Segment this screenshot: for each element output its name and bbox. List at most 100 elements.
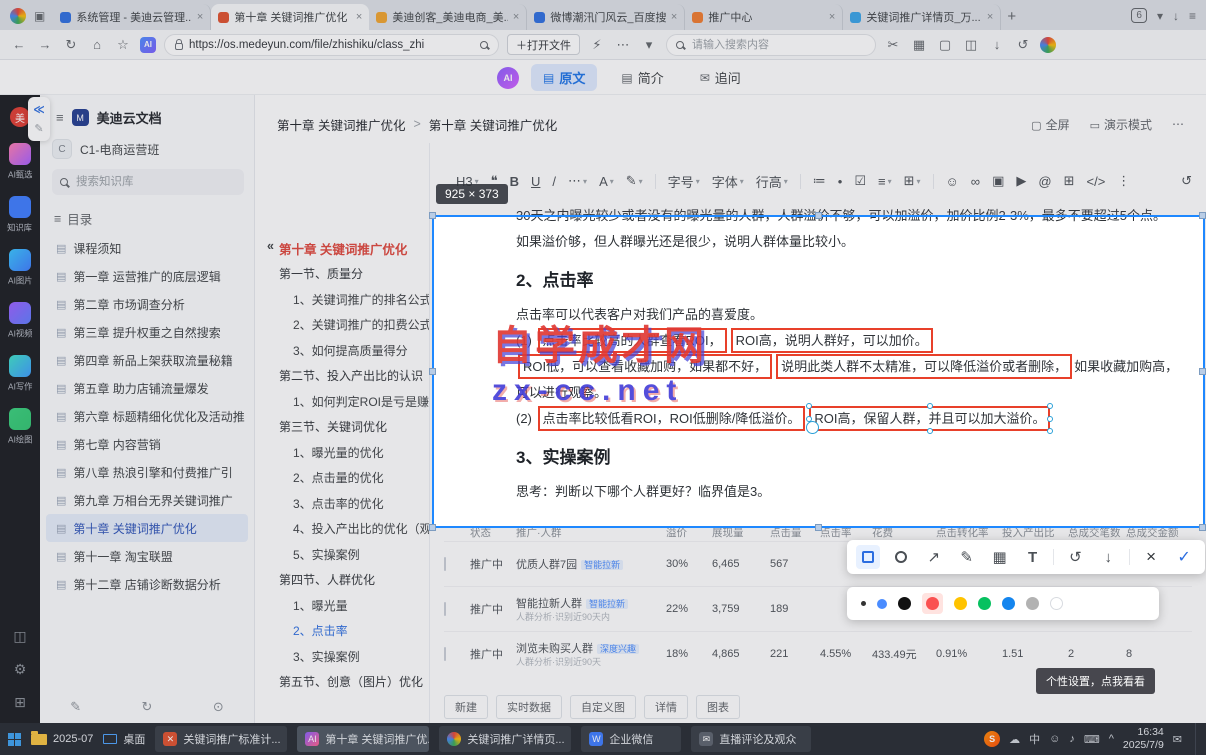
strike-button[interactable]: / bbox=[552, 174, 556, 189]
download-manager-icon[interactable]: ↓ bbox=[988, 37, 1006, 52]
toc-item[interactable]: 1、曝光量 bbox=[267, 594, 429, 620]
course-selector[interactable]: C C1-电商运营班 bbox=[52, 139, 244, 159]
arrow-tool[interactable]: ↗ bbox=[922, 545, 946, 569]
stroke-size-small[interactable] bbox=[861, 601, 866, 606]
color-swatch[interactable] bbox=[978, 597, 991, 610]
tab-original-text[interactable]: ▤ 原文 bbox=[531, 64, 598, 91]
rail-item-ai-select[interactable]: AI甄选 bbox=[7, 143, 34, 181]
forward-icon[interactable]: → bbox=[36, 37, 54, 52]
more-tools-button[interactable]: ⋮ bbox=[1117, 173, 1130, 189]
color-swatch-red[interactable] bbox=[926, 597, 939, 610]
browser-tab[interactable]: 系统管理 - 美迪云管理... × bbox=[53, 4, 212, 30]
underline-button[interactable]: U bbox=[531, 174, 540, 189]
ellipse-tool[interactable] bbox=[889, 545, 913, 569]
toc-item[interactable]: 2、关键词推广的扣费公式 bbox=[267, 313, 429, 339]
stroke-size-large-selected[interactable] bbox=[877, 598, 887, 609]
toc-item[interactable]: 3、实操案例 bbox=[267, 645, 429, 671]
sogou-input-icon[interactable]: S bbox=[984, 731, 1001, 747]
selection-handle[interactable] bbox=[815, 524, 822, 531]
toc-item[interactable]: 5、实操案例 bbox=[267, 543, 429, 569]
color-swatch[interactable] bbox=[898, 597, 911, 610]
browser-tab[interactable]: 微博潮汛门风云_百度搜索 × bbox=[527, 4, 686, 30]
tab-close-icon[interactable]: × bbox=[829, 11, 835, 23]
indent-button[interactable]: ⊞ ▾ bbox=[904, 173, 921, 189]
nav-search-box[interactable] bbox=[666, 33, 876, 56]
selection-handle[interactable] bbox=[429, 212, 436, 219]
show-desktop-edge[interactable] bbox=[1195, 723, 1198, 755]
more-actions-icon[interactable]: ⋯ bbox=[1172, 117, 1184, 131]
mention-button[interactable]: @ bbox=[1038, 174, 1051, 189]
details-button[interactable]: 详情 bbox=[644, 695, 688, 719]
image-button[interactable]: ▣ bbox=[992, 173, 1004, 189]
scissors-icon[interactable]: ✂ bbox=[884, 37, 902, 53]
clock[interactable]: 16:34 2025/7/9 bbox=[1123, 726, 1164, 752]
rail-item-ai-writing[interactable]: AI写作 bbox=[7, 355, 34, 393]
sidebar-item-selected[interactable]: ▤ 第十章 关键词推广优化 bbox=[46, 514, 248, 542]
tab-close-icon[interactable]: × bbox=[987, 11, 993, 23]
browser-tab[interactable]: 关键词推广详情页_万... × bbox=[843, 4, 1002, 30]
toc-item[interactable]: 1、曝光量的优化 bbox=[267, 441, 429, 467]
row-checkbox[interactable] bbox=[444, 557, 446, 571]
toc-item[interactable]: 第二节、投入产出比的认识 bbox=[267, 364, 429, 390]
color-swatch[interactable] bbox=[1002, 597, 1015, 610]
mosaic-tool[interactable]: ▦ bbox=[988, 545, 1012, 569]
sidebar-item[interactable]: ▤ 第七章 内容营销 bbox=[40, 430, 254, 458]
browser-menu-icon[interactable]: ≡ bbox=[1189, 9, 1196, 23]
font-size-button[interactable]: 字号 ▾ bbox=[668, 172, 700, 191]
sidebar-item[interactable]: ▤ 课程须知 bbox=[40, 234, 254, 262]
sidebar-item[interactable]: ▤ 第九章 万相台无界关键词推广 bbox=[40, 486, 254, 514]
color-swatch-selected-wrap[interactable] bbox=[922, 593, 943, 614]
url-text[interactable]: https://os.medeyun.com/file/zhishiku/cla… bbox=[189, 39, 474, 51]
audience-name[interactable]: 优质人群7园 bbox=[516, 559, 577, 571]
selection-handle[interactable] bbox=[429, 524, 436, 531]
nav-search-input[interactable] bbox=[690, 37, 850, 52]
realtime-data-button[interactable]: 实时数据 bbox=[496, 695, 562, 719]
presentation-mode-button[interactable]: ▭ 演示模式 bbox=[1090, 116, 1152, 133]
tray-sound-icon[interactable]: ♪ bbox=[1069, 733, 1075, 745]
sync-icon[interactable]: ↻ bbox=[142, 699, 153, 715]
pin-edit-icon[interactable]: ✎ bbox=[34, 122, 43, 135]
new-button[interactable]: 新建 bbox=[444, 695, 488, 719]
align-button[interactable]: ≡ ▾ bbox=[878, 174, 892, 189]
breadcrumb-part[interactable]: 第十章 关键词推广优化 bbox=[277, 115, 405, 134]
custom-chart-button[interactable]: 自定义图 bbox=[570, 695, 636, 719]
toc-item[interactable]: 第三节、关键词优化 bbox=[267, 415, 429, 441]
url-search-icon[interactable] bbox=[480, 40, 488, 49]
refresh-icon[interactable]: ↻ bbox=[62, 37, 80, 53]
tab-close-icon[interactable]: × bbox=[671, 11, 677, 23]
history-icon[interactable]: ↺ bbox=[1014, 37, 1032, 53]
workspace-icon[interactable]: ▣ bbox=[34, 9, 45, 23]
tray-emoji-icon[interactable]: ☺ bbox=[1049, 733, 1060, 745]
sidebar-menu-icon[interactable]: ≡ bbox=[56, 110, 64, 125]
toc-item[interactable]: 第四节、人群优化 bbox=[267, 568, 429, 594]
confirm-capture-button[interactable]: ✓ bbox=[1172, 545, 1196, 569]
tray-expand-icon[interactable]: ^ bbox=[1109, 733, 1114, 745]
undo-tool[interactable]: ↺ bbox=[1063, 545, 1087, 569]
sidebar-item[interactable]: ▤ 第一章 运营推广的底层逻辑 bbox=[40, 262, 254, 290]
selection-handle[interactable] bbox=[1199, 368, 1206, 375]
rail-item-ai-drawing[interactable]: AI绘图 bbox=[7, 408, 34, 446]
settings-gear-icon[interactable]: ⚙ bbox=[14, 661, 27, 678]
sidebar-item[interactable]: ▤ 第十一章 淘宝联盟 bbox=[40, 542, 254, 570]
tab-close-icon[interactable]: × bbox=[356, 11, 362, 23]
home-icon[interactable]: ⌂ bbox=[88, 37, 106, 52]
toc-title[interactable]: « 第十章 关键词推广优化 bbox=[267, 239, 429, 258]
apps-icon[interactable]: ⊞ bbox=[14, 694, 26, 711]
audience-name[interactable]: 浏览未购买人群 bbox=[516, 643, 593, 655]
sidebar-collapse-floater[interactable]: ≪ ✎ bbox=[28, 97, 50, 141]
toc-item[interactable]: 2、点击量的优化 bbox=[267, 466, 429, 492]
taskbar-folder[interactable]: 2025-07 bbox=[31, 730, 93, 745]
breadcrumb-part[interactable]: 第十章 关键词推广优化 bbox=[429, 115, 557, 134]
color-swatch[interactable] bbox=[1026, 597, 1039, 610]
text-color-button[interactable]: A ▾ bbox=[599, 174, 614, 189]
knowledge-search-input[interactable] bbox=[74, 175, 224, 189]
task-window[interactable]: 关键词推广详情页... bbox=[439, 726, 572, 752]
more-tools-icon[interactable]: ⋯ bbox=[614, 37, 632, 53]
code-button[interactable]: </> bbox=[1086, 174, 1105, 189]
selection-handle[interactable] bbox=[815, 212, 822, 219]
tab-close-icon[interactable]: × bbox=[197, 11, 203, 23]
bold-button[interactable]: B bbox=[510, 174, 519, 189]
tab-count-badge[interactable]: 6 bbox=[1131, 8, 1147, 23]
browser-brand-icon[interactable] bbox=[1040, 36, 1056, 53]
fullscreen-button[interactable]: ▢ 全屏 bbox=[1031, 116, 1069, 133]
